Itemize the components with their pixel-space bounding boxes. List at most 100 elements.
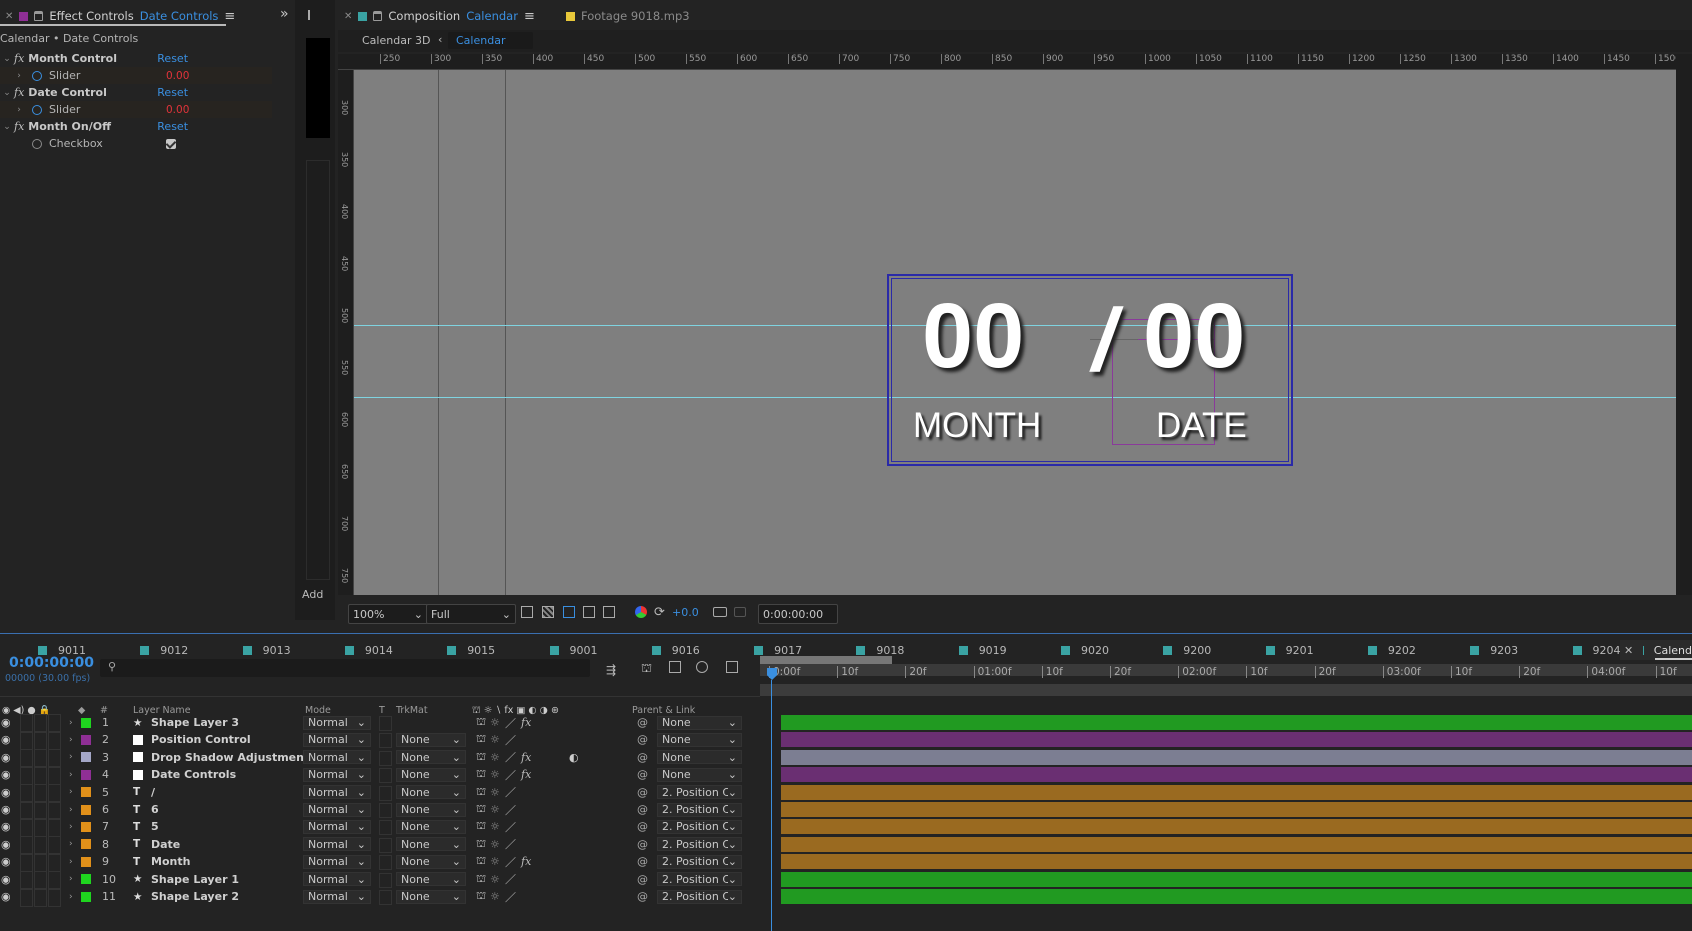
horizontal-ruler[interactable]: 250 300 350 400 450 500 550 600 650 700 750 800 850 9…	[338, 54, 1692, 70]
pickwhip-icon[interactable]: @	[637, 749, 648, 766]
color-channels-icon[interactable]	[635, 606, 647, 618]
parent-dropdown[interactable]: None ⌄	[657, 750, 742, 765]
label-color-icon[interactable]	[81, 787, 91, 798]
composition-tab-9020[interactable]: 9020	[1061, 644, 1109, 657]
quality-icon[interactable]: ／	[505, 749, 516, 766]
shy-icon[interactable]: ⛫	[476, 749, 486, 766]
reset-button[interactable]: Reset	[157, 52, 188, 65]
chevron-right-icon[interactable]: ›	[69, 784, 73, 801]
chevron-right-icon[interactable]: ›	[69, 871, 73, 888]
collapse-icon[interactable]: ☼	[490, 731, 500, 748]
lock-toggle[interactable]	[48, 714, 61, 733]
collapse-icon[interactable]: ☼	[490, 766, 500, 783]
solo-toggle[interactable]	[34, 888, 47, 907]
audio-toggle[interactable]	[20, 766, 33, 786]
pickwhip-icon[interactable]: @	[637, 853, 648, 870]
quality-icon[interactable]: ／	[505, 766, 516, 783]
collapse-icon[interactable]: ☼	[490, 714, 500, 731]
chevron-right-icon[interactable]: ›	[69, 749, 73, 766]
chevron-right-icon[interactable]: ›	[69, 731, 73, 748]
viewer-timecode[interactable]: 0:00:00:00	[758, 604, 838, 624]
trkmat-dropdown[interactable]: None ⌄	[396, 785, 466, 800]
chevron-right-icon[interactable]: ›	[14, 105, 24, 115]
audio-toggle[interactable]	[20, 835, 33, 855]
trkmat-dropdown[interactable]: None ⌄	[396, 854, 466, 869]
layer-name[interactable]: Date	[151, 836, 180, 853]
quality-icon[interactable]: ／	[505, 871, 516, 888]
layer-duration-bar[interactable]	[781, 836, 1692, 852]
chevron-right-icon[interactable]: ›	[69, 818, 73, 835]
shy-icon[interactable]: ⛫	[476, 784, 486, 801]
effect-date-control[interactable]: ⌄ fx Date Control Reset	[0, 84, 272, 101]
composition-tab-9204[interactable]: 9204	[1572, 644, 1621, 657]
label-color-icon[interactable]	[81, 821, 91, 832]
mode-dropdown[interactable]: Normal ⌄	[303, 767, 371, 782]
audio-toggle[interactable]	[20, 731, 33, 751]
composition-canvas[interactable]: 00 / 00 MONTH DATE	[354, 70, 1676, 595]
layer-name[interactable]: Drop Shadow Adjustment	[151, 749, 309, 766]
composition-tab-9012[interactable]: 9012	[140, 644, 188, 657]
label-color-icon[interactable]	[81, 891, 91, 902]
layer-duration-bar[interactable]	[781, 889, 1692, 904]
layer-duration-bar[interactable]	[781, 819, 1692, 835]
close-icon[interactable]: ✕	[344, 11, 352, 22]
solo-toggle[interactable]	[34, 853, 47, 873]
eye-icon[interactable]: ◉	[1, 766, 11, 783]
mode-dropdown[interactable]: Normal ⌄	[303, 819, 371, 834]
lock-toggle[interactable]	[48, 748, 61, 768]
shy-icon[interactable]: ⛫	[476, 731, 486, 748]
eye-icon[interactable]: ◉	[1, 714, 11, 731]
layer-row[interactable]: ◉ › 1 ★ Shape Layer 3 Normal ⌄ ⛫ ☼ ／ fx @ None ⌄	[0, 714, 775, 733]
month-digits[interactable]: 00	[922, 290, 1024, 382]
parent-dropdown[interactable]: 2. Position Co⌄	[657, 785, 742, 800]
reset-exposure-icon[interactable]: ⟳	[654, 605, 665, 620]
layer-row[interactable]: ◉›6T6Normal⌄None⌄⛫☼／@2. Position Co⌄	[0, 801, 775, 820]
footage-tab[interactable]: Footage 9018.mp3	[566, 0, 690, 32]
month-onoff-checkbox[interactable]	[166, 138, 176, 149]
date-digits[interactable]: 00	[1143, 290, 1245, 382]
audio-toggle[interactable]	[20, 783, 33, 803]
composition-tab-9200[interactable]: 9200	[1163, 644, 1211, 657]
layer-name[interactable]: Shape Layer 1	[151, 871, 239, 888]
audio-toggle[interactable]	[20, 748, 33, 768]
mode-dropdown[interactable]: Normal ⌄	[303, 872, 371, 887]
graph-editor-icon[interactable]	[726, 661, 738, 673]
label-color-icon[interactable]	[81, 856, 91, 867]
preserve-transparency-toggle[interactable]	[379, 750, 392, 766]
lock-toggle[interactable]	[48, 853, 61, 873]
trkmat-dropdown[interactable]: None ⌄	[396, 819, 466, 834]
effect-month-control[interactable]: ⌄ fx Month Control Reset	[0, 50, 272, 67]
composition-tab-9015[interactable]: 9015	[447, 644, 495, 657]
label-color-icon[interactable]	[81, 839, 91, 850]
frame-blending-icon[interactable]	[669, 661, 681, 673]
panel-menu-icon[interactable]: ≡	[524, 9, 535, 24]
pickwhip-icon[interactable]: @	[637, 818, 648, 835]
preserve-transparency-toggle[interactable]	[379, 733, 392, 749]
trkmat-dropdown[interactable]: None ⌄	[396, 750, 466, 765]
composition-tab-9201[interactable]: 9201	[1265, 644, 1314, 657]
pickwhip-icon[interactable]: @	[637, 836, 648, 853]
solo-toggle[interactable]	[34, 783, 47, 803]
pickwhip-icon[interactable]: @	[637, 784, 648, 801]
layer-name[interactable]: Shape Layer 2	[151, 888, 239, 905]
label-color-icon[interactable]	[81, 734, 91, 745]
collapse-icon[interactable]: ☼	[490, 836, 500, 853]
layer-duration-bar[interactable]	[781, 871, 1692, 887]
shy-icon[interactable]: ⛫	[476, 871, 486, 888]
lock-toggle[interactable]	[48, 731, 61, 751]
preserve-transparency-toggle[interactable]	[379, 890, 392, 905]
composition-tab-9013[interactable]: 9013	[242, 644, 291, 657]
pickwhip-icon[interactable]: @	[637, 801, 648, 818]
chevron-right-icon[interactable]: ›	[14, 71, 24, 81]
preserve-transparency-toggle[interactable]	[379, 820, 392, 836]
lock-toggle[interactable]	[48, 818, 61, 838]
lock-toggle[interactable]	[48, 783, 61, 803]
layer-name[interactable]: 5	[151, 818, 159, 835]
label-color-icon[interactable]	[81, 804, 91, 815]
eye-icon[interactable]: ◉	[1, 888, 11, 905]
slider-value[interactable]: 0.00	[166, 104, 189, 116]
shy-icon[interactable]: ⛫	[476, 853, 486, 870]
label-color-icon[interactable]	[81, 752, 91, 763]
chevron-double-right-icon[interactable]: »	[280, 6, 289, 22]
composition-tab-9203[interactable]: 9203	[1470, 644, 1518, 657]
